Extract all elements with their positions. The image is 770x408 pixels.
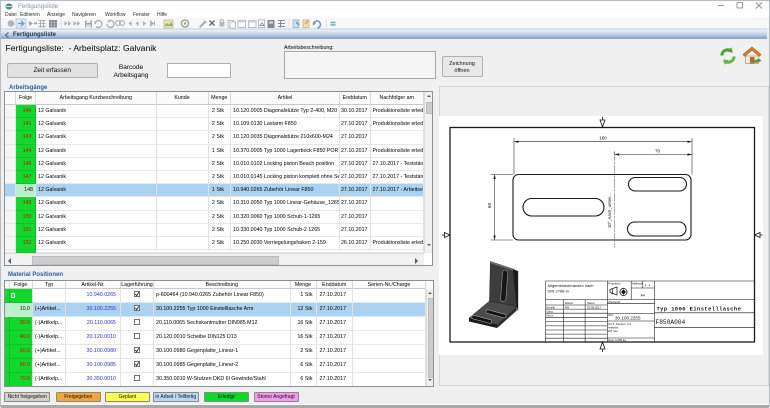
svg-text:WT neu: WT neu (608, 329, 618, 333)
svg-text:1 : 1: 1 : 1 (645, 283, 651, 287)
svg-text:Allgemeintoleranzen nach: Allgemeintoleranzen nach (548, 283, 594, 288)
svg-text:Norm: Norm (547, 314, 555, 318)
svg-text:Abm.: Abm. (608, 313, 614, 317)
svg-text:Typ 1000 Einstelllasche: Typ 1000 Einstelllasche (657, 307, 742, 313)
svg-text:Projektion: Projektion (608, 282, 621, 286)
svg-text:160: 160 (599, 136, 607, 141)
svg-text:A4: A4 (641, 294, 645, 298)
svg-text:30.100.2255: 30.100.2255 (615, 316, 641, 321)
svg-text:70: 70 (655, 149, 661, 154)
svg-text:03.08.2017: 03.08.2017 (587, 305, 601, 309)
svg-text:Datum: Datum (565, 301, 574, 305)
svg-text:Gew. 0,286 kg: Gew. 0,286 kg (608, 338, 626, 342)
svg-text:RH: RH (565, 305, 569, 309)
svg-text:DIN 2768-m: DIN 2768-m (548, 289, 570, 294)
svg-text:Werkstoff: Werkstoff (608, 300, 620, 304)
svg-text:F850A004: F850A004 (656, 319, 686, 326)
svg-text:Maßstab: Maßstab (632, 282, 643, 286)
svg-text:Name: Name (587, 301, 595, 305)
svg-text:60: 60 (487, 202, 492, 208)
svg-text:10°_nach_unten...: 10°_nach_unten... (607, 193, 612, 228)
